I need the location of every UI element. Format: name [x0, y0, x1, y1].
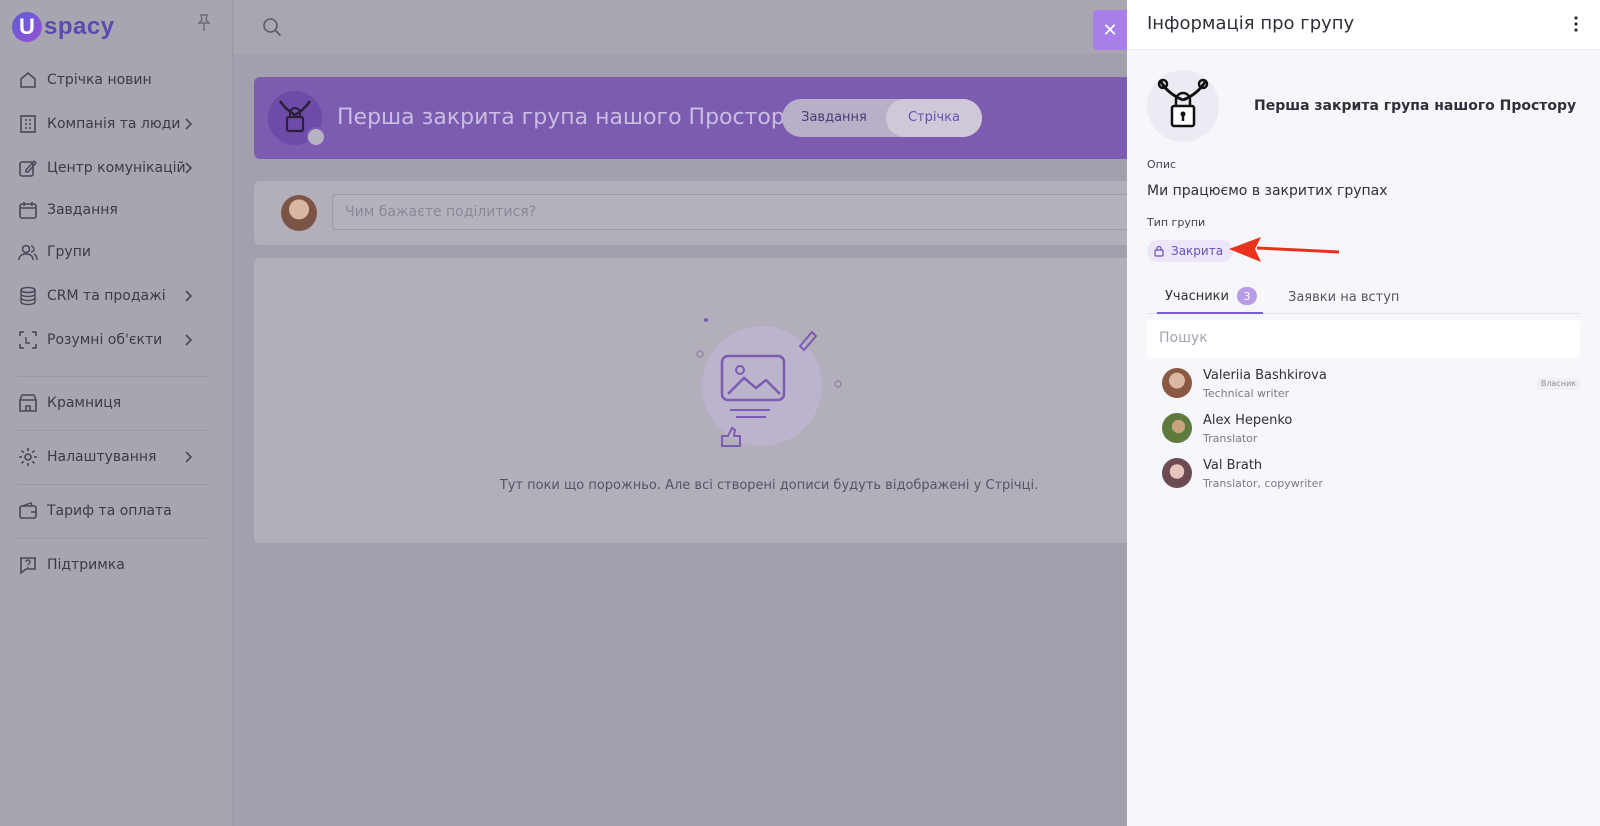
gear-icon — [19, 448, 37, 466]
sidebar-divider — [18, 538, 210, 539]
tab-tasks[interactable]: Завдання — [782, 99, 886, 137]
annotation-arrow-icon — [1229, 237, 1340, 262]
sidebar-item-tasks[interactable]: Завдання — [18, 195, 213, 225]
sidebar-item-label: Налаштування — [47, 449, 157, 465]
sidebar-item-label: Компанія та люди — [47, 116, 181, 132]
logo-text: spacy — [44, 13, 115, 40]
tab-label: Заявки на вступ — [1288, 289, 1400, 305]
member-role: Technical writer — [1203, 387, 1290, 400]
tab-members[interactable]: Учасники 3 — [1157, 280, 1263, 314]
sidebar-item-store[interactable]: Крамниця — [18, 388, 213, 418]
lock-badge-icon — [306, 127, 326, 147]
group-description: Ми працюємо в закритих групах — [1147, 183, 1388, 199]
more-options-icon[interactable] — [1574, 16, 1578, 32]
database-icon — [20, 286, 36, 306]
pin-icon[interactable] — [196, 14, 212, 32]
chevron-right-icon — [185, 451, 193, 463]
post-input[interactable]: Чим бажаєте поділитися? — [332, 194, 1134, 230]
empty-feed-illustration — [696, 318, 842, 447]
sidebar-item-label: Розумні об'єкти — [47, 332, 163, 348]
member-name: Val Brath — [1203, 458, 1263, 473]
sidebar-item-label: Крамниця — [47, 395, 122, 411]
member-role: Translator, copywriter — [1203, 477, 1323, 490]
sidebar-item-label: CRM та продажі — [47, 288, 166, 304]
avatar — [1162, 458, 1192, 488]
chevron-right-icon — [185, 334, 193, 346]
search-icon[interactable] — [262, 17, 282, 37]
member-row[interactable]: Alex Hepenko Translator — [1162, 409, 1580, 449]
chevron-right-icon — [185, 118, 193, 130]
home-icon — [20, 71, 36, 88]
group-avatar — [1147, 70, 1219, 142]
sidebar-item-news[interactable]: Стрічка новин — [18, 65, 213, 95]
sidebar-item-billing[interactable]: Тариф та оплата — [18, 496, 213, 526]
building-icon — [20, 115, 36, 133]
scan-icon — [19, 331, 37, 349]
group-name: Перша закрита група нашого Простору — [1254, 98, 1577, 114]
member-name: Alex Hepenko — [1203, 413, 1293, 428]
avatar — [1162, 368, 1192, 398]
owner-badge: Власник — [1536, 378, 1580, 390]
sidebar-item-support[interactable]: Підтримка — [18, 550, 213, 580]
lock-icon — [1154, 245, 1164, 257]
top-bar — [234, 0, 1134, 54]
tab-feed[interactable]: Стрічка — [886, 99, 982, 137]
sidebar-item-settings[interactable]: Налаштування — [18, 442, 213, 472]
avatar — [1162, 413, 1192, 443]
post-composer: Чим бажаєте поділитися? — [254, 181, 1134, 245]
member-name: Valeriia Bashkirova — [1203, 368, 1327, 383]
sidebar-item-communications[interactable]: Центр комунікацій — [18, 153, 213, 183]
group-avatar — [268, 91, 326, 147]
close-icon: ✕ — [1102, 19, 1118, 41]
group-title: Перша закрита група нашого Простору — [337, 105, 798, 130]
sidebar-divider — [18, 484, 210, 485]
chevron-right-icon — [185, 290, 193, 302]
logo[interactable]: U spacy — [12, 10, 115, 44]
tab-label: Учасники — [1165, 288, 1229, 304]
wallet-icon — [19, 502, 37, 519]
sidebar-item-label: Підтримка — [47, 557, 125, 573]
sidebar-item-groups[interactable]: Групи — [18, 237, 213, 267]
group-type-label: Тип групи — [1147, 216, 1206, 229]
sidebar-item-label: Групи — [47, 244, 91, 260]
chevron-right-icon — [185, 162, 193, 174]
chain-lock-icon — [1157, 78, 1209, 128]
sidebar-item-label: Завдання — [47, 202, 118, 218]
member-search-input[interactable]: Пошук — [1147, 320, 1580, 358]
group-type-value: Закрита — [1171, 244, 1224, 258]
close-panel-button[interactable]: ✕ — [1093, 10, 1127, 50]
store-icon — [19, 394, 37, 412]
group-type-badge: Закрита — [1147, 240, 1234, 262]
feed-empty-state: Тут поки що порожньо. Але всі створені д… — [254, 258, 1134, 543]
avatar — [281, 195, 317, 231]
sidebar-item-label: Стрічка новин — [47, 72, 152, 88]
panel-title: Інформація про групу — [1147, 13, 1355, 34]
member-role: Translator — [1203, 432, 1258, 445]
panel-header: Інформація про групу — [1127, 0, 1600, 50]
sidebar-item-company[interactable]: Компанія та люди — [18, 109, 213, 139]
logo-mark: U — [12, 12, 42, 42]
description-label: Опис — [1147, 158, 1177, 171]
sidebar-divider — [18, 376, 210, 377]
members-count-badge: 3 — [1236, 287, 1257, 305]
member-row[interactable]: Val Brath Translator, copywriter — [1162, 454, 1580, 494]
tab-join-requests[interactable]: Заявки на вступ — [1288, 280, 1399, 314]
group-info-panel: Інформація про групу Перша закрита група… — [1127, 0, 1600, 826]
sidebar: U spacy Стрічка новин Компанія та люди Ц… — [0, 0, 233, 826]
group-view-toggle: Завдання Стрічка — [782, 99, 982, 137]
sidebar-divider — [18, 430, 210, 431]
users-icon — [18, 244, 38, 261]
group-banner: Перша закрита група нашого Простору Завд… — [254, 77, 1134, 159]
sidebar-item-crm[interactable]: CRM та продажі — [18, 281, 213, 311]
edit-icon — [19, 159, 37, 177]
help-icon — [20, 557, 36, 575]
sidebar-item-label: Центр комунікацій — [47, 160, 186, 176]
panel-tabs: Учасники 3 Заявки на вступ — [1147, 280, 1580, 314]
calendar-icon — [19, 202, 37, 219]
member-row[interactable]: Valeriia Bashkirova Technical writer Вла… — [1162, 364, 1580, 404]
sidebar-item-smart-objects[interactable]: Розумні об'єкти — [18, 325, 213, 355]
sidebar-item-label: Тариф та оплата — [47, 503, 172, 519]
